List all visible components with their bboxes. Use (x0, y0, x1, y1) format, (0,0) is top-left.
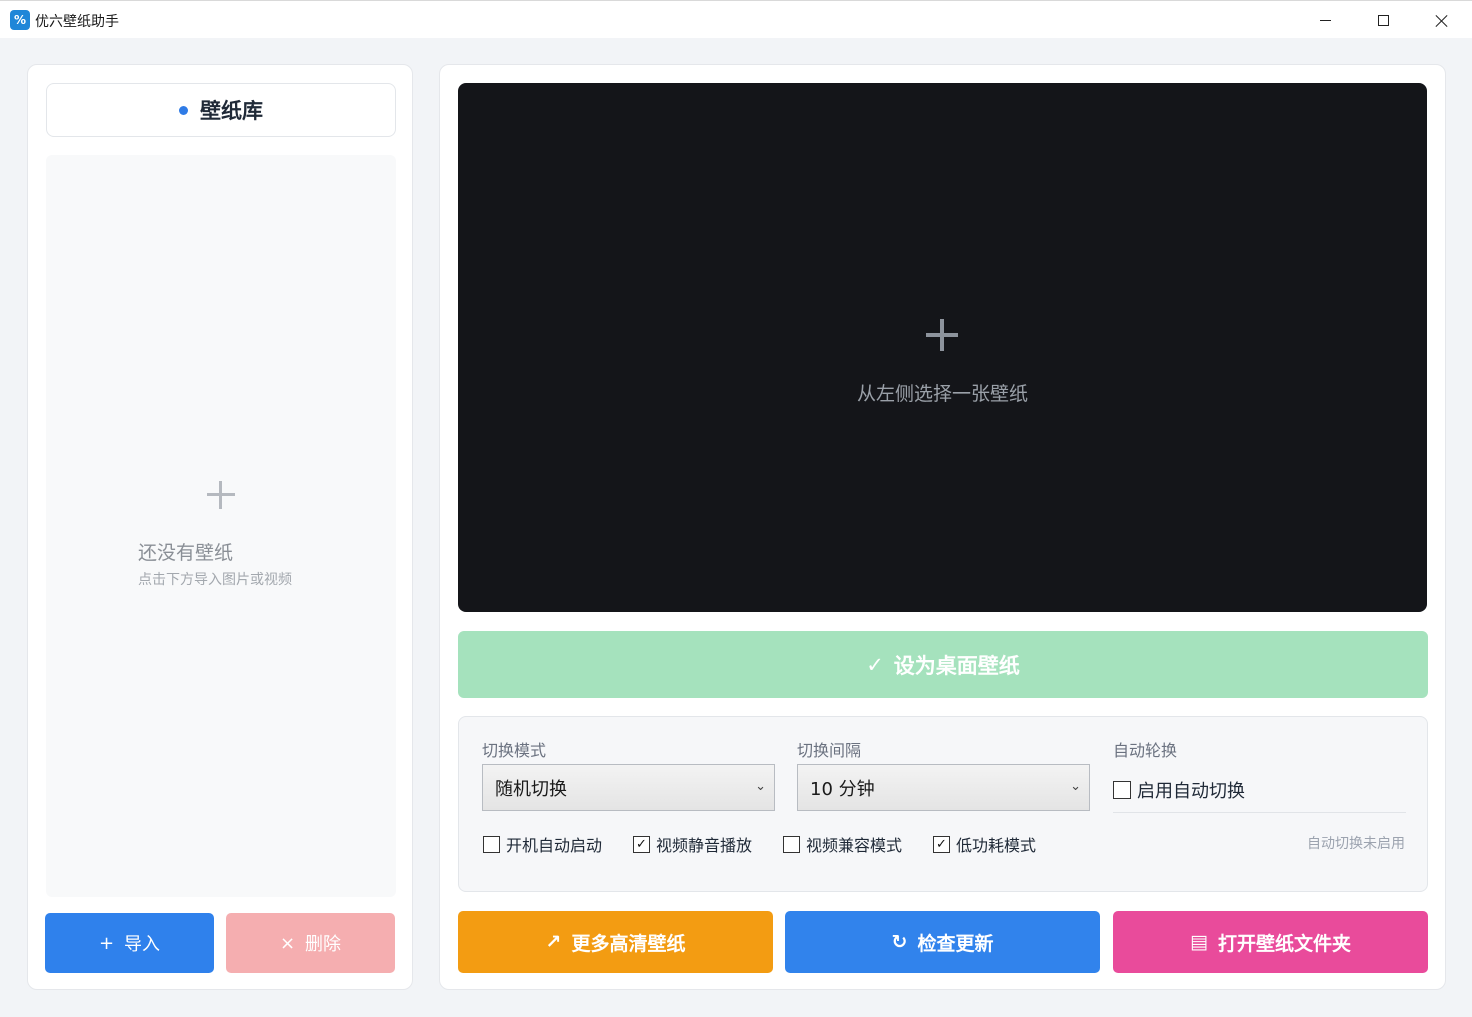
minimize-icon (1319, 19, 1331, 21)
settings-panel: 切换模式 随机切换 ⌄ 切换间隔 10 分钟 ⌄ 自动轮换 启用自动切换 开机自… (458, 716, 1428, 892)
folder-icon: ▤ (1190, 931, 1208, 953)
plus-icon (207, 481, 235, 509)
check-update-label: 检查更新 (917, 932, 994, 955)
preview-hint: 从左侧选择一张壁纸 (856, 383, 1028, 405)
startup-checkbox[interactable]: 开机自动启动 (483, 832, 602, 856)
checkbox-icon (483, 835, 500, 853)
empty-title: 还没有壁纸 (138, 542, 234, 564)
dot-icon (179, 105, 188, 115)
more-wallpapers-label: 更多高清壁纸 (571, 932, 686, 955)
open-folder-button[interactable]: ▤ 打开壁纸文件夹 (1113, 911, 1428, 973)
auto-rotate-label: 自动轮换 (1113, 741, 1178, 760)
chevron-down-icon: ⌄ (1070, 779, 1081, 794)
mute-video-label: 视频静音播放 (656, 836, 753, 855)
maximize-button[interactable] (1354, 1, 1412, 39)
title-bar: % 优六壁纸助手 (0, 0, 1472, 38)
delete-label: 删除 (305, 934, 342, 955)
minimize-button[interactable] (1296, 1, 1354, 39)
wallpaper-preview[interactable]: 从左侧选择一张壁纸 (458, 83, 1427, 612)
library-panel: 壁纸库 还没有壁纸 点击下方导入图片或视频 + 导入 × 删除 (27, 64, 413, 990)
plus-icon: + (98, 932, 115, 954)
main-panel: 从左侧选择一张壁纸 ✓ 设为桌面壁纸 切换模式 随机切换 ⌄ 切换间隔 10 分… (439, 64, 1446, 990)
refresh-icon: ↻ (891, 931, 908, 953)
low-power-label: 低功耗模式 (956, 836, 1037, 855)
check-update-button[interactable]: ↻ 检查更新 (785, 911, 1100, 973)
library-title: 壁纸库 (200, 99, 263, 123)
app-icon: % (10, 10, 30, 30)
import-button[interactable]: + 导入 (45, 913, 214, 973)
open-folder-label: 打开壁纸文件夹 (1217, 932, 1351, 955)
library-list[interactable]: 还没有壁纸 点击下方导入图片或视频 (46, 155, 396, 897)
auto-switch-label: 启用自动切换 (1137, 781, 1245, 802)
library-header: 壁纸库 (46, 83, 396, 137)
close-button[interactable] (1412, 1, 1470, 39)
delete-button[interactable]: × 删除 (226, 913, 395, 973)
checkbox-icon (1113, 781, 1131, 799)
interval-label: 切换间隔 (797, 741, 862, 760)
mode-select[interactable]: 随机切换 ⌄ (482, 764, 775, 811)
maximize-icon (1377, 14, 1389, 26)
compat-mode-label: 视频兼容模式 (806, 836, 903, 855)
checkbox-checked-icon: ✓ (633, 835, 650, 853)
auto-switch-checkbox[interactable]: 启用自动切换 (1113, 777, 1245, 803)
set-wallpaper-button[interactable]: ✓ 设为桌面壁纸 (458, 631, 1428, 698)
external-link-icon: ↗ (545, 931, 562, 953)
mode-label: 切换模式 (482, 741, 547, 760)
window-title: 优六壁纸助手 (35, 14, 119, 30)
chevron-down-icon: ⌄ (755, 779, 766, 794)
compat-mode-checkbox[interactable]: 视频兼容模式 (783, 832, 902, 856)
check-icon: ✓ (866, 652, 884, 677)
low-power-checkbox[interactable]: ✓ 低功耗模式 (933, 832, 1036, 856)
set-wallpaper-label: 设为桌面壁纸 (893, 653, 1020, 678)
interval-value: 10 分钟 (810, 778, 875, 800)
startup-label: 开机自动启动 (506, 836, 603, 855)
plus-icon (926, 319, 958, 351)
interval-select[interactable]: 10 分钟 ⌄ (797, 764, 1090, 811)
auto-switch-status: 自动切换未启用 (1307, 836, 1405, 852)
mode-value: 随机切换 (495, 778, 567, 800)
close-icon (1435, 14, 1448, 27)
more-wallpapers-button[interactable]: ↗ 更多高清壁纸 (458, 911, 773, 973)
divider (1113, 812, 1406, 813)
empty-subtitle: 点击下方导入图片或视频 (138, 572, 292, 588)
close-icon: × (279, 932, 296, 954)
checkbox-checked-icon: ✓ (933, 835, 950, 853)
checkbox-icon (783, 835, 800, 853)
import-label: 导入 (124, 934, 161, 955)
mute-video-checkbox[interactable]: ✓ 视频静音播放 (633, 832, 752, 856)
